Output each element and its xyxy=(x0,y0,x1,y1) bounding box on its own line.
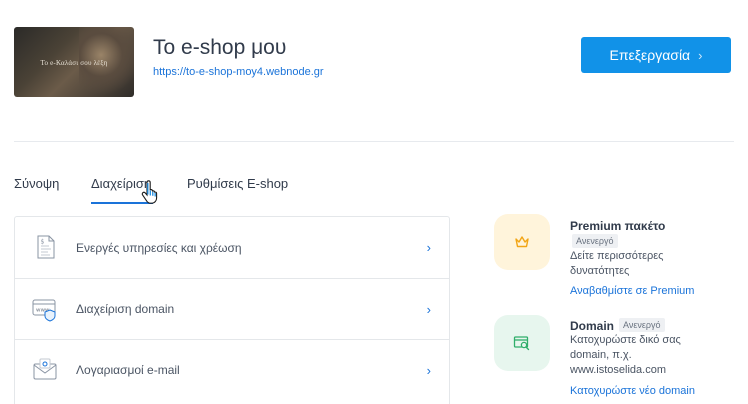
management-panel: $ Ενεργές υπηρεσίες και χρέωση › www Δια… xyxy=(14,216,450,404)
chevron-right-icon: › xyxy=(426,362,431,378)
edit-button[interactable]: Επεξεργασία › xyxy=(581,37,731,73)
header-divider xyxy=(14,141,734,142)
tab-eshop-settings[interactable]: Ρυθμίσεις E-shop xyxy=(187,176,288,191)
status-badge: Ανενεργό xyxy=(572,234,618,248)
domain-desc-line-3: www.istoselida.com xyxy=(570,364,666,376)
chevron-right-icon: › xyxy=(426,301,431,317)
envelope-icon xyxy=(33,358,57,380)
domain-desc-line-1: Κατοχυρώστε δικό σας xyxy=(570,334,681,346)
menu-item-label: Διαχείριση domain xyxy=(76,302,175,316)
hand-cursor-icon xyxy=(141,180,158,204)
menu-item-label: Ενεργές υπηρεσίες και χρέωση xyxy=(76,240,242,255)
menu-item-email-accounts[interactable]: Λογαριασμοί e-mail › xyxy=(15,339,449,400)
thumbnail-caption: Το e-Καλάσι σου λέξη xyxy=(40,59,108,67)
domain-desc-line-2: domain, π.χ. xyxy=(570,349,632,361)
www-shield-icon: www xyxy=(32,299,56,322)
menu-item-domain-management[interactable]: www Διαχείριση domain › xyxy=(15,278,449,339)
tab-overview[interactable]: Σύνοψη xyxy=(14,176,59,191)
site-thumbnail[interactable]: Το e-Καλάσι σου λέξη xyxy=(14,27,134,97)
premium-title: Premium πακέτο xyxy=(570,219,666,233)
domain-title: Domain xyxy=(570,319,615,333)
menu-item-label: Λογαριασμοί e-mail xyxy=(76,363,180,377)
status-badge: Ανενεργό xyxy=(619,318,665,332)
menu-item-services-billing[interactable]: $ Ενεργές υπηρεσίες και χρέωση › xyxy=(15,217,449,278)
register-domain-link[interactable]: Κατοχυρώστε νέο domain xyxy=(570,385,695,397)
invoice-icon: $ xyxy=(37,235,55,259)
premium-desc-line-2: δυνατότητες xyxy=(570,265,630,277)
crown-icon xyxy=(515,236,529,248)
upgrade-premium-link[interactable]: Αναβαθμίστε σε Premium xyxy=(570,285,694,297)
chevron-right-icon: › xyxy=(426,240,431,255)
svg-text:$: $ xyxy=(41,239,45,246)
chevron-right-icon: › xyxy=(698,47,703,63)
page-title: Το e-shop μου xyxy=(153,36,287,59)
site-url-link[interactable]: https://to-e-shop-moy4.webnode.gr xyxy=(153,66,324,78)
domain-search-icon xyxy=(513,336,530,351)
edit-button-label: Επεξεργασία xyxy=(609,47,691,63)
domain-feature-tile[interactable] xyxy=(494,315,550,371)
premium-desc-line-1: Δείτε περισσότερες xyxy=(570,250,664,262)
premium-feature-tile[interactable] xyxy=(494,214,550,270)
